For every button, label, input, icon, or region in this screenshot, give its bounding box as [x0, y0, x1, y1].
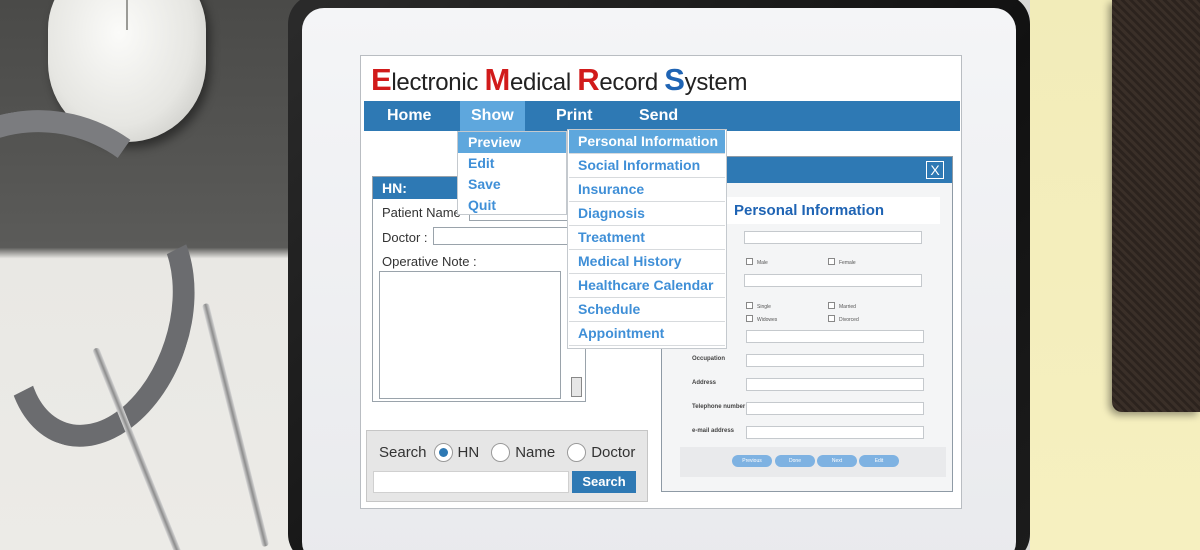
checkbox-widowes[interactable]: Widowes	[746, 315, 777, 323]
dialog-footer: Previous Done Next Edit	[680, 447, 946, 477]
menu-item-edit[interactable]: Edit	[458, 153, 566, 174]
menu-item-save[interactable]: Save	[458, 174, 566, 195]
submenu-social-information[interactable]: Social Information	[569, 154, 725, 178]
radio-name-label: Name	[515, 444, 556, 461]
checkbox-divorced[interactable]: Divorced	[828, 315, 859, 323]
menu-item-preview[interactable]: Preview	[458, 132, 566, 153]
search-button[interactable]: Search	[572, 471, 636, 493]
radio-hn[interactable]	[433, 443, 453, 462]
menu-bar: Home Show Print Send	[364, 101, 960, 131]
submenu-treatment[interactable]: Treatment	[569, 226, 725, 250]
title-rest-2: edical	[509, 69, 578, 96]
close-icon[interactable]: X	[926, 161, 944, 179]
submenu-healthcare-calendar[interactable]: Healthcare Calendar	[569, 274, 725, 298]
radio-hn-label: HN	[457, 444, 480, 461]
doctor-input[interactable]	[433, 227, 579, 245]
checkbox-married[interactable]: Married	[828, 302, 856, 310]
menu-print[interactable]: Print	[545, 101, 603, 131]
checkbox-single[interactable]: Single	[746, 302, 771, 310]
menu-home[interactable]: Home	[376, 101, 442, 131]
menu-show[interactable]: Show	[460, 101, 525, 131]
telephone-label: Telephone number	[692, 404, 746, 410]
dialog-title: Personal Information	[722, 197, 940, 224]
title-cap-s: S	[664, 62, 685, 97]
radio-doctor[interactable]	[567, 443, 587, 462]
next-button[interactable]: Next	[817, 455, 857, 467]
title-rest-4: ystem	[684, 69, 748, 96]
checkbox-male[interactable]: Male	[746, 258, 768, 266]
textarea-scrollbar[interactable]	[571, 377, 582, 397]
title-cap-m: M	[484, 62, 510, 97]
title-cap-r: R	[577, 62, 600, 97]
title-cap-e: E	[371, 62, 392, 97]
patient-name-label: Patient Name	[382, 205, 461, 220]
submenu-medical-history[interactable]: Medical History	[569, 250, 725, 274]
edit-button[interactable]: Edit	[859, 455, 899, 467]
operative-note-label: Operative Note :	[382, 254, 477, 269]
preview-submenu: Personal Information Social Information …	[567, 129, 727, 349]
submenu-schedule[interactable]: Schedule	[569, 298, 725, 322]
search-panel: Search HN Name Doctor Search	[366, 430, 648, 502]
done-button[interactable]: Done	[775, 455, 815, 467]
email-field[interactable]	[746, 426, 924, 439]
emr-screen: Electronic Medical Record System Home Sh…	[360, 55, 962, 509]
show-menu-dropdown: Preview Edit Save Quit	[457, 131, 567, 215]
address-field[interactable]	[746, 378, 924, 391]
search-input[interactable]	[373, 471, 569, 493]
birthdate-field[interactable]	[744, 274, 922, 287]
previous-button[interactable]: Previous	[732, 455, 772, 467]
occupation-label: Occupation	[692, 356, 726, 362]
notebook	[1112, 0, 1200, 412]
radio-name[interactable]	[491, 443, 511, 462]
telephone-field[interactable]	[746, 402, 924, 415]
doctor-label: Doctor :	[382, 230, 428, 245]
radio-doctor-label: Doctor	[591, 444, 636, 461]
occupation-field[interactable]	[746, 354, 924, 367]
name-field[interactable]	[744, 231, 922, 244]
app-title: Electronic Medical Record System	[371, 62, 747, 98]
submenu-insurance[interactable]: Insurance	[569, 178, 725, 202]
nationality-field[interactable]	[746, 330, 924, 343]
operative-note-textarea[interactable]	[379, 271, 561, 399]
email-label: e-mail address	[692, 428, 735, 434]
checkbox-female[interactable]: Female	[828, 258, 856, 266]
address-label: Address	[692, 380, 717, 386]
submenu-diagnosis[interactable]: Diagnosis	[569, 202, 725, 226]
search-options-row: Search HN Name Doctor	[379, 443, 635, 462]
submenu-personal-information[interactable]: Personal Information	[569, 130, 725, 154]
submenu-appointment[interactable]: Appointment	[569, 322, 725, 346]
search-label: Search	[379, 444, 427, 461]
title-rest-1: lectronic	[391, 69, 485, 96]
menu-item-quit[interactable]: Quit	[458, 195, 566, 216]
menu-send[interactable]: Send	[628, 101, 689, 131]
title-rest-3: ecord	[599, 69, 665, 96]
